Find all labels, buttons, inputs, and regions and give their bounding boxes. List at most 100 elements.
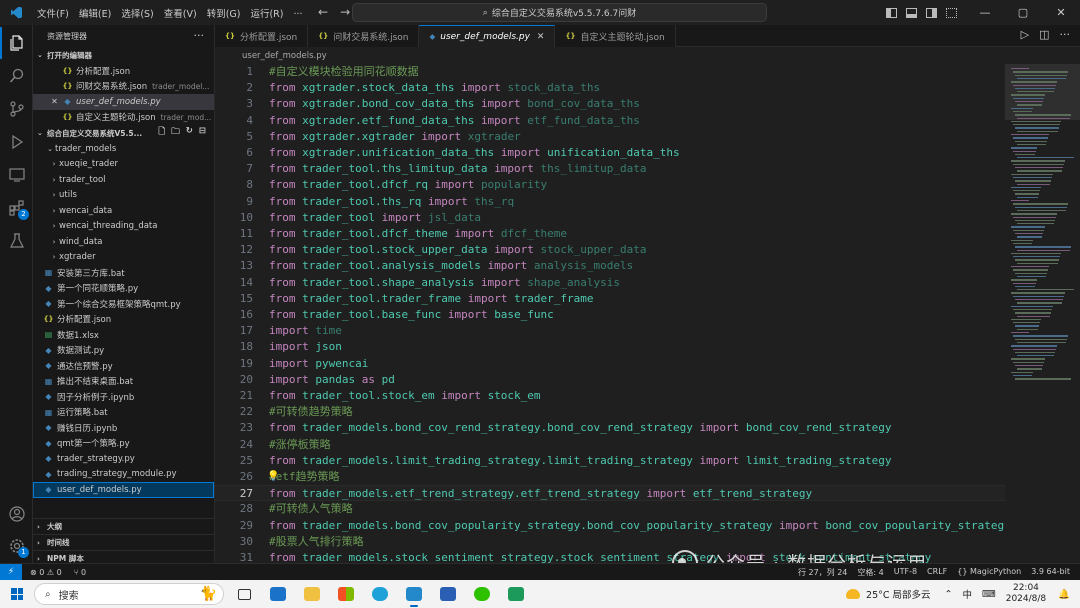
file-item[interactable]: ◆ 数据测试.py [33, 343, 214, 359]
menu-item[interactable]: 查看(V) [159, 6, 202, 20]
code-line[interactable]: 18 import json [215, 339, 1010, 355]
customize-layout-icon[interactable] [946, 7, 957, 18]
refresh-icon[interactable]: ↻ [186, 126, 193, 140]
npm-scripts-section[interactable]: › NPM 脚本 [33, 550, 214, 563]
code-line[interactable]: 22 #可转债趋势策略 [215, 404, 1010, 420]
timeline-section[interactable]: › 时间线 [33, 534, 214, 550]
menu-item[interactable]: 转到(G) [202, 6, 246, 20]
open-editor-item[interactable]: {} 问财交易系统.json trader_model... [33, 79, 214, 95]
code-line[interactable]: 10 from trader_tool import jsl_data [215, 210, 1010, 226]
code-line[interactable]: 9 from trader_tool.ths_rq import ths_rq [215, 194, 1010, 210]
problems-indicator[interactable]: ⊗ 0 ⚠ 0 [30, 568, 62, 577]
file-item[interactable]: ◆ trading_strategy_module.py [33, 467, 214, 483]
run-debug-icon[interactable] [0, 126, 33, 158]
open-editor-item[interactable]: {} 自定义主题轮动.json trader_mod... [33, 110, 214, 126]
forward-arrow-icon[interactable]: → [340, 5, 350, 19]
code-line[interactable]: 12 from trader_tool.stock_upper_data impo… [215, 242, 1010, 258]
explorer-icon[interactable] [0, 27, 33, 59]
file-item[interactable]: ◆ qmt第一个策略.py [33, 436, 214, 452]
code-line[interactable]: 15 from trader_tool.trader_frame import t… [215, 291, 1010, 307]
code-line[interactable]: 19 import pywencai [215, 356, 1010, 372]
editor-tab[interactable]: ◆ user_def_models.py ✕ [419, 25, 556, 47]
code-line[interactable]: 29 from trader_models.bond_cov_popularity… [215, 518, 1010, 534]
folder-item[interactable]: › utils [33, 188, 214, 204]
clock[interactable]: 22:04 2024/8/8 [1006, 583, 1046, 605]
close-icon[interactable]: ✕ [537, 32, 545, 42]
code-line[interactable]: 25 from trader_models.limit_trading_strat… [215, 453, 1010, 469]
toggle-secondary-sidebar-icon[interactable] [926, 7, 937, 18]
code-line[interactable]: 16 from trader_tool.base_func import base… [215, 307, 1010, 323]
code-line[interactable]: 27 from trader_models.etf_trend_strategy.… [215, 485, 1010, 502]
file-item[interactable]: ◆ 赚钱日历.ipynb [33, 420, 214, 436]
maximize-button[interactable]: ▢ [1004, 6, 1042, 19]
workspace-section[interactable]: ⌄ 综合自定义交易系统V5.5... 🗋 🗀 ↻ ⊟ [33, 125, 214, 141]
open-editor-item[interactable]: ✕ ◆ user_def_models.py [33, 94, 214, 110]
encoding[interactable]: UTF-8 [894, 567, 917, 578]
code-line[interactable]: 3 from xgtrader.bond_cov_data_ths import … [215, 96, 1010, 112]
file-item[interactable]: ◆ trader_strategy.py [33, 451, 214, 467]
folder-item[interactable]: › wencai_threading_data [33, 219, 214, 235]
terminal-app-icon[interactable] [502, 580, 530, 608]
file-item[interactable]: ◆ 通达信预警.py [33, 358, 214, 374]
network-icon[interactable]: ⌨ [982, 589, 996, 600]
search-icon[interactable] [0, 60, 33, 92]
mail-icon[interactable] [264, 580, 292, 608]
start-button[interactable] [0, 580, 34, 608]
folder-item[interactable]: ⌄ trader_models [33, 141, 214, 157]
command-center[interactable]: ⌕ 综合自定义交易系统v5.5.7.6.7问财 [352, 3, 767, 22]
source-control-icon[interactable] [0, 93, 33, 125]
editor-tab[interactable]: {} 分析配置.json [215, 25, 309, 47]
code-line[interactable]: 30 #股票人气排行策略 [215, 534, 1010, 550]
lightbulb-icon[interactable]: 💡 [267, 469, 279, 485]
editor-tab[interactable]: {} 问财交易系统.json [308, 25, 420, 47]
file-item[interactable]: ▦ 安装第三方库.bat [33, 265, 214, 281]
testing-icon[interactable] [0, 225, 33, 257]
folder-item[interactable]: › wind_data [33, 234, 214, 250]
minimap[interactable] [1005, 64, 1080, 563]
menu-item[interactable]: 选择(S) [116, 6, 158, 20]
edge-icon[interactable] [366, 580, 394, 608]
weather-widget[interactable]: 25°C 局部多云 [846, 587, 931, 601]
breadcrumb[interactable]: user_def_models.py [215, 47, 1080, 64]
code-line[interactable]: 8 from trader_tool.dfcf_rq import popular… [215, 177, 1010, 193]
ime-indicator[interactable]: 中 [963, 587, 973, 601]
code-line[interactable]: 4 from xgtrader.etf_fund_data_ths import … [215, 113, 1010, 129]
remote-explorer-icon[interactable] [0, 159, 33, 191]
code-line[interactable]: 13 from trader_tool.analysis_models impor… [215, 258, 1010, 274]
folder-item[interactable]: › xueqie_trader [33, 157, 214, 173]
breadcrumb-file[interactable]: user_def_models.py [242, 51, 327, 61]
taskbar-search[interactable]: ⌕ 搜索 🐈 [34, 583, 224, 605]
code-editor[interactable]: 1 #自定义模块检验用同花顺数据 2 from xgtrader.stock_data… [215, 64, 1010, 563]
vscode-taskbar-icon[interactable] [400, 580, 428, 608]
language-mode[interactable]: {} MagicPython [957, 567, 1021, 578]
task-view-icon[interactable] [230, 580, 258, 608]
back-arrow-icon[interactable]: ← [318, 5, 328, 19]
file-item[interactable]: ▤ 数据1.xlsx [33, 327, 214, 343]
more-actions-icon[interactable]: ··· [1060, 28, 1071, 41]
folder-item[interactable]: › trader_tool [33, 172, 214, 188]
code-line[interactable]: 1 #自定义模块检验用同花顺数据 [215, 64, 1010, 80]
code-line[interactable]: 14 from trader_tool.shape_analysis import… [215, 275, 1010, 291]
code-line[interactable]: 6 from xgtrader.unification_data_ths impo… [215, 145, 1010, 161]
code-line[interactable]: 7 from trader_tool.ths_limitup_data impor… [215, 161, 1010, 177]
line-ending[interactable]: CRLF [927, 567, 947, 578]
folder-item[interactable]: › xgtrader [33, 250, 214, 266]
new-file-icon[interactable]: 🗋 [158, 126, 165, 140]
more-actions-icon[interactable]: ··· [194, 29, 205, 42]
file-explorer-icon[interactable] [298, 580, 326, 608]
cursor-position[interactable]: 行 27，列 24 [798, 567, 847, 578]
code-line[interactable]: 2 from xgtrader.stock_data_ths import sto… [215, 80, 1010, 96]
folder-item[interactable]: › wencai_data [33, 203, 214, 219]
file-item[interactable]: ▦ 运行策略.bat [33, 405, 214, 421]
indentation[interactable]: 空格: 4 [857, 567, 883, 578]
editor-tab[interactable]: {} 自定义主题轮动.json [555, 25, 676, 47]
notification-bell-icon[interactable]: 🔔 [1058, 589, 1070, 600]
collapse-all-icon[interactable]: ⊟ [199, 126, 206, 140]
menu-item[interactable]: 文件(F) [32, 6, 74, 20]
code-line[interactable]: 26 #etf趋势策略 💡 [215, 469, 1010, 485]
code-line[interactable]: 28 #可转债人气策略 [215, 501, 1010, 517]
app-m-icon[interactable] [434, 580, 462, 608]
python-interpreter[interactable]: 3.9 64-bit [1031, 567, 1070, 578]
code-line[interactable]: 17 import time [215, 323, 1010, 339]
file-item[interactable]: ▦ 推出不结束桌面.bat [33, 374, 214, 390]
